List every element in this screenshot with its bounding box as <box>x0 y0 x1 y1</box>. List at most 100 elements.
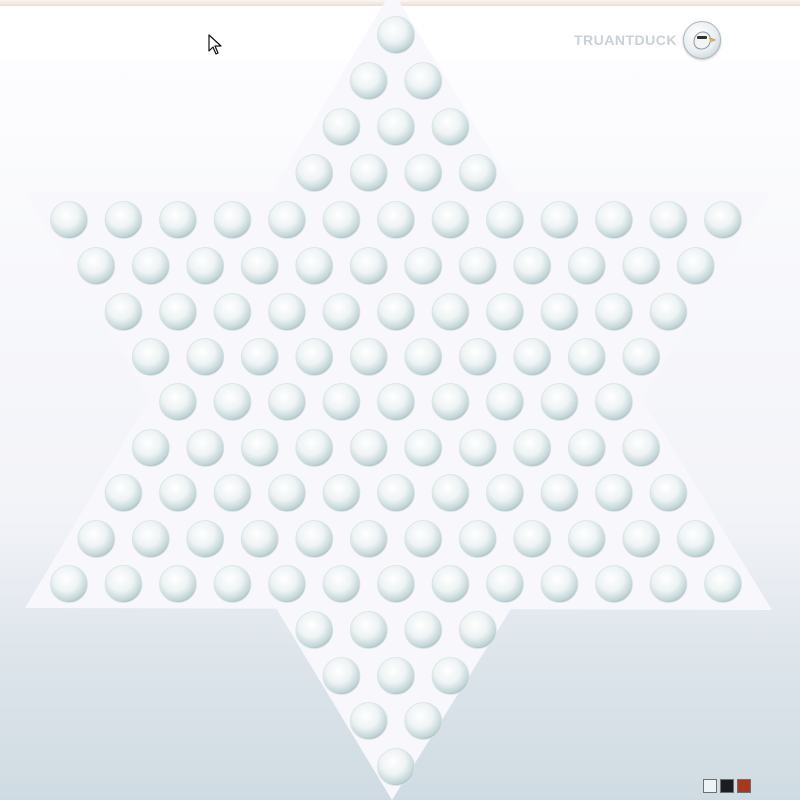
board-hole[interactable] <box>349 429 388 467</box>
board-hole[interactable] <box>322 108 361 146</box>
board-hole[interactable] <box>458 520 497 558</box>
board-hole[interactable] <box>377 201 415 239</box>
board-hole[interactable] <box>567 338 606 376</box>
board-hole[interactable] <box>595 201 633 239</box>
board-hole[interactable] <box>458 611 497 649</box>
board-hole[interactable] <box>377 474 415 512</box>
board-hole[interactable] <box>404 520 443 558</box>
board-hole[interactable] <box>404 62 443 100</box>
board-hole[interactable] <box>595 293 633 331</box>
board-hole[interactable] <box>431 383 470 421</box>
board-hole[interactable] <box>131 247 170 285</box>
board-hole[interactable] <box>240 247 279 285</box>
board-hole[interactable] <box>377 565 415 603</box>
board-hole[interactable] <box>676 520 715 558</box>
board-hole[interactable] <box>159 383 197 421</box>
board-hole[interactable] <box>649 293 688 331</box>
board-hole[interactable] <box>567 247 606 285</box>
board-hole[interactable] <box>322 383 361 421</box>
board-hole[interactable] <box>513 247 552 285</box>
board-hole[interactable] <box>404 154 443 192</box>
board-hole[interactable] <box>213 201 252 239</box>
board-hole[interactable] <box>295 338 334 376</box>
board-hole[interactable] <box>595 565 633 603</box>
board-hole[interactable] <box>486 383 524 421</box>
board-hole[interactable] <box>622 247 661 285</box>
board-hole[interactable] <box>104 474 143 512</box>
board-hole[interactable] <box>295 520 334 558</box>
board-hole[interactable] <box>268 383 306 421</box>
board-hole[interactable] <box>513 429 552 467</box>
board-hole[interactable] <box>349 611 388 649</box>
board-hole[interactable] <box>268 474 306 512</box>
board-hole[interactable] <box>186 520 225 558</box>
board-hole[interactable] <box>649 565 688 603</box>
white-theme-swatch[interactable] <box>703 779 717 793</box>
board-hole[interactable] <box>268 201 306 239</box>
board-hole[interactable] <box>186 338 225 376</box>
board-hole[interactable] <box>404 429 443 467</box>
board-hole[interactable] <box>540 201 579 239</box>
board-hole[interactable] <box>213 474 252 512</box>
board-hole[interactable] <box>404 338 443 376</box>
board-hole[interactable] <box>240 429 279 467</box>
board-hole[interactable] <box>649 201 688 239</box>
board-hole[interactable] <box>377 293 415 331</box>
board-hole[interactable] <box>649 474 688 512</box>
board-hole[interactable] <box>567 520 606 558</box>
board-hole[interactable] <box>404 247 443 285</box>
board-hole[interactable] <box>159 293 197 331</box>
board-hole[interactable] <box>349 62 388 100</box>
board-hole[interactable] <box>377 748 415 786</box>
board-hole[interactable] <box>322 657 361 695</box>
board-hole[interactable] <box>104 565 143 603</box>
board-hole[interactable] <box>349 520 388 558</box>
board-hole[interactable] <box>159 474 197 512</box>
board-hole[interactable] <box>295 429 334 467</box>
board-hole[interactable] <box>349 702 388 740</box>
board-hole[interactable] <box>322 474 361 512</box>
board-hole[interactable] <box>486 565 524 603</box>
board-hole[interactable] <box>213 293 252 331</box>
board-hole[interactable] <box>595 474 633 512</box>
board-hole[interactable] <box>377 16 415 54</box>
board-hole[interactable] <box>295 611 334 649</box>
board-hole[interactable] <box>431 565 470 603</box>
board-hole[interactable] <box>77 520 116 558</box>
board-hole[interactable] <box>431 474 470 512</box>
board-hole[interactable] <box>540 565 579 603</box>
board-hole[interactable] <box>322 201 361 239</box>
board-hole[interactable] <box>104 201 143 239</box>
board-hole[interactable] <box>513 520 552 558</box>
board-hole[interactable] <box>295 247 334 285</box>
board-hole[interactable] <box>540 474 579 512</box>
board-hole[interactable] <box>595 383 633 421</box>
board-hole[interactable] <box>240 338 279 376</box>
board-hole[interactable] <box>622 338 661 376</box>
duck-logo-icon[interactable] <box>683 21 721 59</box>
board-hole[interactable] <box>567 429 606 467</box>
board-hole[interactable] <box>349 154 388 192</box>
board-hole[interactable] <box>322 565 361 603</box>
board-hole[interactable] <box>704 201 742 239</box>
board-hole[interactable] <box>486 201 524 239</box>
board-hole[interactable] <box>186 247 225 285</box>
board-hole[interactable] <box>540 293 579 331</box>
board-hole[interactable] <box>213 383 252 421</box>
board-hole[interactable] <box>322 293 361 331</box>
board-hole[interactable] <box>377 108 415 146</box>
board-hole[interactable] <box>213 565 252 603</box>
board-hole[interactable] <box>486 474 524 512</box>
board-hole[interactable] <box>458 154 497 192</box>
board-hole[interactable] <box>404 702 443 740</box>
board-hole[interactable] <box>622 520 661 558</box>
board-hole[interactable] <box>377 383 415 421</box>
board-hole[interactable] <box>295 154 334 192</box>
board-hole[interactable] <box>676 247 715 285</box>
board-hole[interactable] <box>349 247 388 285</box>
board-hole[interactable] <box>404 611 443 649</box>
board-hole[interactable] <box>186 429 225 467</box>
board-hole[interactable] <box>458 247 497 285</box>
board-hole[interactable] <box>50 565 88 603</box>
board-hole[interactable] <box>458 338 497 376</box>
